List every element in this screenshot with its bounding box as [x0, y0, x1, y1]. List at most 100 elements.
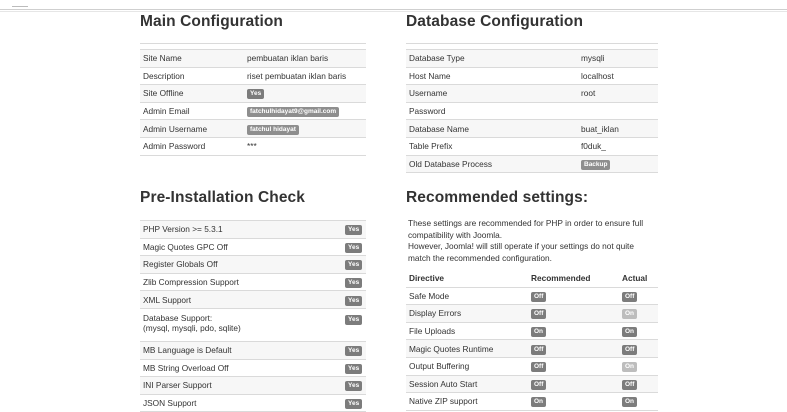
table-row: Display Errors Off On [406, 304, 658, 323]
table-row: Username root [406, 84, 658, 103]
table-row: Table Prefix f0duk_ [406, 136, 658, 156]
table-row: Database Support: (mysql, mysqli, pdo, sq… [140, 307, 366, 342]
table-row: Site Offline Yes [140, 84, 366, 103]
actual-badge: On [622, 309, 638, 320]
row-value: localhost [578, 66, 658, 85]
table-row: Register Globals Off Yes [140, 255, 366, 274]
table-row: PHP Version >= 5.3.1 Yes [140, 220, 366, 239]
table-row: Database Name buat_iklan [406, 119, 658, 138]
table-row: Old Database Process Backup [406, 154, 658, 174]
status-badge: Yes [345, 381, 363, 392]
row-label: MB Language is Default [140, 340, 342, 360]
row-label: Zlib Compression Support [140, 272, 342, 291]
status-badge: Yes [345, 242, 363, 253]
table-row: Description riset pembuatan iklan baris [140, 66, 366, 85]
row-label: Database Type [406, 49, 578, 68]
row-label: Admin Password [140, 136, 244, 156]
recommended-intro: These settings are recommended for PHP i… [408, 218, 658, 264]
row-label: PHP Version >= 5.3.1 [140, 220, 342, 239]
row-label: Admin Email [140, 101, 244, 120]
directive-name: Magic Quotes Runtime [406, 339, 528, 358]
db-config-separator [406, 43, 658, 47]
table-row: Password [406, 101, 658, 120]
table-row: JSON Support Yes [140, 393, 366, 412]
status-badge: Yes [247, 89, 265, 100]
directive-name: Session Auto Start [406, 374, 528, 393]
row-label: Username [406, 84, 578, 103]
row-label: Table Prefix [406, 136, 578, 156]
actual-badge: Off [622, 344, 638, 355]
admin-email-badge: fatchulhidayat9@gmail.com [247, 107, 340, 118]
status-badge: Yes [345, 278, 363, 289]
table-row: Site Name pembuatan iklan baris [140, 49, 366, 68]
table-header: Directive Recommended Actual [406, 270, 658, 287]
col-recommended: Recommended [531, 273, 591, 284]
directive-name: File Uploads [406, 321, 528, 340]
table-row: Native ZIP support On On [406, 392, 658, 411]
row-label: Register Globals Off [140, 255, 342, 274]
table-row: MB String Overload Off Yes [140, 358, 366, 377]
top-divider-shadow [0, 11, 787, 12]
main-config-section: Main Configuration Site Name pembuatan ik… [140, 13, 366, 156]
db-config-section: Database Configuration Database Type mysq… [406, 13, 658, 174]
table-row: Admin Password *** [140, 136, 366, 156]
main-config-table: Site Name pembuatan iklan baris Descripti… [140, 49, 366, 156]
table-row: Database Type mysqli [406, 49, 658, 68]
table-row: XML Support Yes [140, 290, 366, 309]
table-row: Output Buffering Off On [406, 356, 658, 376]
preinstall-table: PHP Version >= 5.3.1 Yes Magic Quotes GPC… [140, 220, 366, 412]
row-value: mysqli [578, 49, 658, 68]
directive-name: Output Buffering [406, 356, 528, 376]
actual-badge: Off [622, 291, 638, 302]
col-actual: Actual [622, 273, 648, 284]
table-row: Magic Quotes GPC Off Yes [140, 237, 366, 256]
directive-name: Safe Mode [406, 286, 528, 305]
backup-badge: Backup [581, 159, 611, 170]
row-label: Description [140, 66, 244, 85]
db-config-table: Database Type mysqli Host Name localhost U… [406, 49, 658, 174]
preinstall-section: Pre-Installation Check PHP Version >= 5.… [140, 189, 366, 412]
actual-badge: On [622, 327, 638, 338]
directive-name: Native ZIP support [406, 392, 528, 411]
intro-line2: However, Joomla! will still operate if y… [408, 241, 634, 263]
table-row: Magic Quotes Runtime Off Off [406, 339, 658, 358]
row-label: Host Name [406, 66, 578, 85]
table-row: Safe Mode Off Off [406, 286, 658, 305]
row-value: root [578, 84, 658, 103]
row-label: JSON Support [140, 393, 342, 412]
row-label: Site Offline [140, 84, 244, 103]
status-badge: Yes [345, 399, 363, 410]
status-badge: Yes [345, 346, 363, 357]
table-row: File Uploads On On [406, 321, 658, 340]
directive-name: Display Errors [406, 304, 528, 323]
row-label: Admin Username [140, 119, 244, 138]
row-value: buat_iklan [578, 119, 658, 138]
row-value: *** [244, 136, 366, 156]
main-config-separator [140, 43, 366, 47]
recommended-badge: Off [531, 291, 547, 302]
table-row: MB Language is Default Yes [140, 340, 366, 360]
actual-badge: Off [622, 379, 638, 390]
recommended-table: Directive Recommended Actual Safe Mode Of… [406, 270, 658, 411]
table-row: Zlib Compression Support Yes [140, 272, 366, 291]
recommended-badge: Off [531, 379, 547, 390]
status-badge: Yes [345, 295, 363, 306]
row-label-line2: (mysql, mysqli, pdo, sqlite) [143, 322, 241, 333]
recommended-section: Recommended settings: These settings are… [406, 189, 658, 411]
row-label: Database Support: (mysql, mysqli, pdo, sq… [140, 307, 342, 342]
row-label: Site Name [140, 49, 244, 68]
status-badge: Yes [345, 363, 363, 374]
top-divider [0, 9, 787, 10]
row-label: XML Support [140, 290, 342, 309]
recommended-badge: On [531, 327, 547, 338]
recommended-badge: Off [531, 309, 547, 320]
admin-username-badge: fatchul hidayat [247, 124, 299, 135]
top-tick [12, 6, 28, 7]
row-value: f0duk_ [578, 136, 658, 156]
table-row: INI Parser Support Yes [140, 376, 366, 395]
recommended-badge: Off [531, 344, 547, 355]
row-value: riset pembuatan iklan baris [244, 66, 366, 85]
table-row: Admin Username fatchul hidayat [140, 119, 366, 138]
row-value: pembuatan iklan baris [244, 49, 366, 68]
recommended-badge: Off [531, 362, 547, 373]
